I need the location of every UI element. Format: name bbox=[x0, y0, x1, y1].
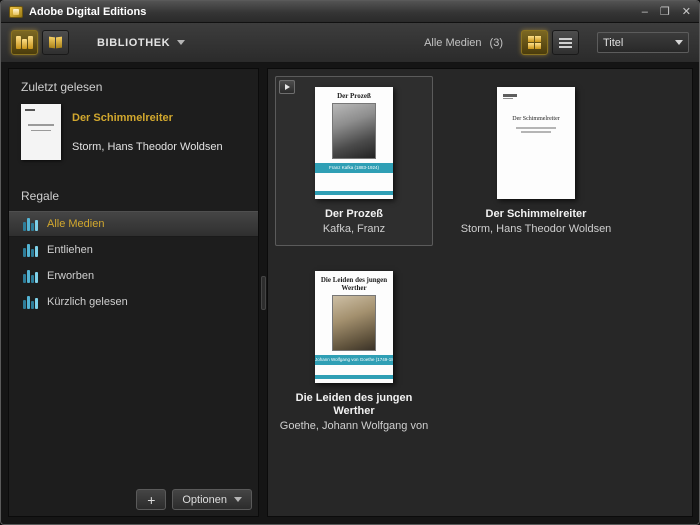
publisher-logo bbox=[503, 94, 517, 99]
media-filter-label: Alle Medien bbox=[424, 37, 481, 49]
shelf-icon bbox=[23, 217, 38, 231]
book-cover[interactable]: Die Leiden des jungen Werther Johann Wol… bbox=[315, 271, 393, 383]
cover-title: Die Leiden des jungen Werther bbox=[315, 276, 393, 292]
cover-footer-band bbox=[315, 375, 393, 379]
book-cover[interactable]: Der Schimmelreiter bbox=[497, 87, 575, 199]
reading-view-button[interactable] bbox=[42, 30, 69, 55]
list-icon bbox=[559, 38, 572, 48]
chevron-down-icon bbox=[234, 497, 242, 502]
close-button[interactable]: ✕ bbox=[682, 6, 691, 18]
sort-select[interactable]: Titel bbox=[597, 32, 689, 53]
shelf-icon bbox=[23, 295, 38, 309]
book-title: Die Leiden des jungen Werther bbox=[276, 392, 432, 418]
recently-read-item[interactable]: Der Schimmelreiter Storm, Hans Theodor W… bbox=[9, 102, 258, 160]
open-book-icon bbox=[49, 37, 62, 48]
sidebar: Zuletzt gelesen Der Schimmelreiter Storm… bbox=[8, 68, 259, 517]
book-title: Der Prozeß bbox=[323, 208, 385, 221]
recent-book-thumbnail bbox=[21, 104, 61, 160]
window-controls: – ❐ ✕ bbox=[642, 6, 691, 18]
shelf-label: Kürzlich gelesen bbox=[47, 296, 128, 308]
media-filter-count: (3) bbox=[490, 37, 503, 49]
books-grid: Der Prozeß Franz Kafka (1883-1924) Der P… bbox=[275, 76, 685, 443]
book-tile-der-prozess[interactable]: Der Prozeß Franz Kafka (1883-1924) Der P… bbox=[275, 76, 433, 246]
library-dropdown[interactable]: BIBLIOTHEK bbox=[97, 37, 185, 49]
portrait-image bbox=[332, 103, 376, 159]
titlebar: Adobe Digital Editions – ❐ ✕ bbox=[1, 1, 699, 23]
grid-icon bbox=[528, 36, 541, 49]
grid-view-button[interactable] bbox=[521, 30, 548, 55]
content-area: Zuletzt gelesen Der Schimmelreiter Storm… bbox=[1, 63, 699, 524]
add-shelf-button[interactable]: + bbox=[136, 489, 166, 510]
cover-footer-band bbox=[315, 191, 393, 195]
options-button-label: Optionen bbox=[182, 494, 227, 506]
book-author: Kafka, Franz bbox=[323, 223, 385, 235]
recent-book-author: Storm, Hans Theodor Woldsen bbox=[72, 141, 223, 153]
shelf-label: Entliehen bbox=[47, 244, 93, 256]
window-title: Adobe Digital Editions bbox=[29, 6, 146, 18]
sort-select-value: Titel bbox=[603, 37, 623, 49]
app-window: Adobe Digital Editions – ❐ ✕ BIBLIOTHEK … bbox=[0, 0, 700, 525]
list-view-button[interactable] bbox=[552, 30, 579, 55]
sidebar-footer: + Optionen bbox=[136, 489, 252, 510]
recently-read-header: Zuletzt gelesen bbox=[9, 69, 258, 102]
cover-caption: Johann Wolfgang von Goethe (1749-1832) bbox=[315, 355, 393, 365]
cover-caption: Franz Kafka (1883-1924) bbox=[315, 163, 393, 173]
sidebar-item-erworben[interactable]: Erworben bbox=[9, 263, 258, 289]
sidebar-item-kuerzlich-gelesen[interactable]: Kürzlich gelesen bbox=[9, 289, 258, 315]
book-tile-der-schimmelreiter[interactable]: Der Schimmelreiter Der Schimmelreiter St… bbox=[457, 76, 615, 246]
cover-title: Der Prozeß bbox=[333, 92, 375, 100]
splitter-handle[interactable] bbox=[261, 276, 266, 310]
sidebar-item-alle-medien[interactable]: Alle Medien bbox=[9, 211, 258, 237]
library-view-button[interactable] bbox=[11, 30, 38, 55]
shelf-label: Erworben bbox=[47, 270, 94, 282]
portrait-image bbox=[332, 295, 376, 351]
recent-book-meta: Der Schimmelreiter Storm, Hans Theodor W… bbox=[72, 104, 223, 160]
play-arrow-icon bbox=[285, 84, 290, 90]
library-panel: Der Prozeß Franz Kafka (1883-1924) Der P… bbox=[267, 68, 693, 517]
book-author: Storm, Hans Theodor Woldsen bbox=[461, 223, 612, 235]
media-filter: Alle Medien (3) bbox=[424, 37, 503, 49]
recent-book-title: Der Schimmelreiter bbox=[72, 112, 223, 124]
cover-text-lines bbox=[516, 127, 556, 133]
sidebar-splitter[interactable] bbox=[259, 68, 267, 517]
toolbar: BIBLIOTHEK Alle Medien (3) Titel bbox=[1, 23, 699, 63]
item-menu-button[interactable] bbox=[279, 80, 295, 94]
shelf-icon bbox=[23, 269, 38, 283]
book-author: Goethe, Johann Wolfgang von bbox=[280, 420, 428, 432]
chevron-down-icon bbox=[177, 40, 185, 45]
app-icon bbox=[9, 6, 23, 18]
sidebar-item-entliehen[interactable]: Entliehen bbox=[9, 237, 258, 263]
maximize-button[interactable]: ❐ bbox=[660, 6, 670, 18]
options-button[interactable]: Optionen bbox=[172, 489, 252, 510]
book-title: Der Schimmelreiter bbox=[484, 208, 589, 221]
minimize-button[interactable]: – bbox=[642, 6, 648, 18]
library-dropdown-label: BIBLIOTHEK bbox=[97, 37, 170, 49]
shelf-label: Alle Medien bbox=[47, 218, 104, 230]
shelves-header: Regale bbox=[9, 178, 258, 211]
book-cover[interactable]: Der Prozeß Franz Kafka (1883-1924) bbox=[315, 87, 393, 199]
bookshelf-icon bbox=[16, 36, 33, 49]
shelf-icon bbox=[23, 243, 38, 257]
chevron-down-icon bbox=[675, 40, 683, 45]
book-tile-werther[interactable]: Die Leiden des jungen Werther Johann Wol… bbox=[275, 260, 433, 443]
cover-title: Der Schimmelreiter bbox=[508, 115, 563, 123]
